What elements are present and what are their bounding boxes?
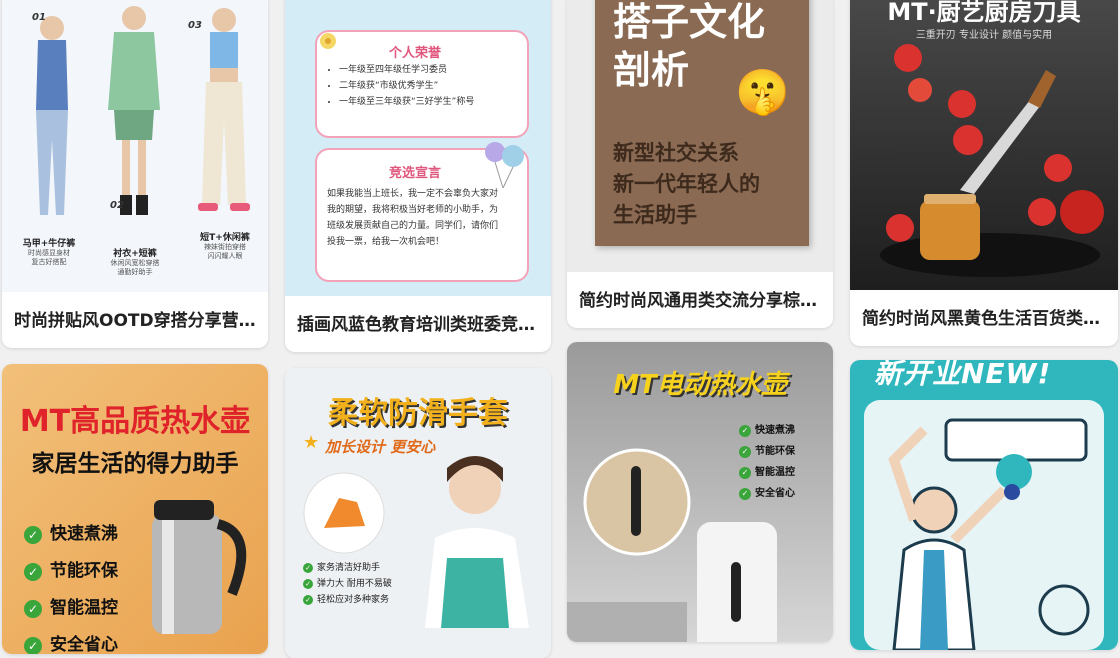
look-number-1: 01 — [32, 12, 46, 23]
look-label-sub: 时尚感显身材 复古好搭配 — [28, 249, 70, 266]
ac-technician-illustration — [888, 418, 1090, 650]
look-label-title: 马甲+牛仔裤 — [22, 239, 76, 249]
feature-item: ✓ 智能温控 — [24, 590, 118, 627]
template-card-electric-kettle[interactable]: MT电动热水壶 ✓ 快速煮沸 ✓ 节能环保 ✓ 智能温控 ✓ 安全省心 — [567, 342, 833, 642]
look-number-3: 03 — [188, 20, 202, 31]
card-title[interactable]: 简约时尚风通用类交流分享棕… — [579, 286, 821, 311]
check-icon: ✓ — [24, 599, 42, 618]
card-thumbnail: 搭子文化 剖析 新型社交关系 新一代年轻人的 生活助手 🤫 — [567, 0, 833, 272]
check-icon: ✓ — [24, 562, 42, 581]
look-label-title: 衬衣+短裤 — [113, 249, 157, 259]
card-title[interactable]: 时尚拼贴风OOTD穿搭分享营… — [14, 306, 256, 331]
glove-illustration — [303, 472, 385, 554]
speech-title: 竞选宣言 — [389, 166, 442, 181]
check-icon: ✓ — [739, 424, 751, 437]
product-subtitle: 三重开刃 专业设计 颜值与实用 — [915, 30, 1053, 41]
check-icon: ✓ — [303, 595, 313, 605]
shush-emoji-icon: 🤫 — [735, 67, 790, 118]
feature-item: ✓ 节能环保 — [24, 553, 118, 590]
opening-title: 新开业NEW! — [874, 360, 1052, 390]
honor-item: 一年级至四年级任学习委员 — [339, 62, 474, 78]
look-label-title: 短T+休闲裤 — [200, 233, 250, 243]
template-card-dazi-culture[interactable]: 搭子文化 剖析 新型社交关系 新一代年轻人的 生活助手 🤫 简约时尚风通用类交流… — [567, 0, 833, 328]
honor-item: 一年级至三年级获“三好学生”称号 — [339, 94, 474, 110]
check-icon: ✓ — [24, 636, 42, 654]
product-title: 柔软防滑手套 — [328, 396, 508, 431]
template-card-ootd[interactable]: 01 02 03 马甲+牛仔裤 时尚感显身材 复古好搭配 衬衣+短裤 休闲风宽松… — [2, 0, 268, 348]
product-title: MT电动热水壶 — [613, 370, 787, 400]
look-number-2: 02 — [110, 200, 124, 211]
feature-item: ✓ 安全省心 — [24, 627, 118, 654]
look-label-sub: 辣妹街拍穿搭 闪闪耀人眼 — [204, 243, 246, 260]
template-card-kettle-premium[interactable]: MT高品质热水壶 家居生活的得力助手 ✓ 快速煮沸 ✓ 节能环保 ✓ 智能温控 ✓ 安全… — [2, 364, 268, 654]
product-title: MT·厨艺厨房刀具 — [887, 0, 1081, 26]
check-icon: ✓ — [303, 579, 313, 589]
thermos-kettle-illustration — [152, 500, 247, 634]
knife-apple-illustration — [880, 44, 1104, 277]
product-subtitle: 家居生活的得力助手 — [31, 451, 239, 477]
card-thumbnail: MT电动热水壶 ✓ 快速煮沸 ✓ 节能环保 ✓ 智能温控 ✓ 安全省心 — [567, 342, 833, 642]
feature-item: ✓ 家务清洁好助手 — [303, 560, 392, 576]
star-icon: ★ — [303, 432, 320, 453]
card-title[interactable]: 简约时尚风黑黄色生活百货类… — [862, 304, 1106, 329]
card-thumbnail: 个人荣誉 一年级至四年级任学习委员 二年级获“市级优秀学生” 一年级至三年级获“… — [285, 0, 551, 296]
kettle-illustration — [567, 448, 777, 642]
honor-list: 一年级至四年级任学习委员 二年级获“市级优秀学生” 一年级至三年级获“三好学生”… — [325, 62, 474, 110]
template-card-class-election[interactable]: 个人荣誉 一年级至四年级任学习委员 二年级获“市级优秀学生” 一年级至三年级获“… — [285, 0, 551, 352]
card-thumbnail: 01 02 03 马甲+牛仔裤 时尚感显身材 复古好搭配 衬衣+短裤 休闲风宽松… — [2, 0, 268, 292]
feature-item: ✓ 快速煮沸 — [24, 516, 118, 553]
card-thumbnail: 新开业NEW! — [850, 360, 1118, 650]
template-card-kitchen-knife[interactable]: MT·厨艺厨房刀具 三重开刃 专业设计 颜值与实用 简约时尚风黑黄色生活百货类… — [850, 0, 1118, 346]
honor-title: 个人荣誉 — [389, 46, 442, 61]
feature-item: ✓ 轻松应对多种家务 — [303, 592, 392, 608]
flower-icon — [320, 33, 336, 49]
card-thumbnail: MT·厨艺厨房刀具 三重开刃 专业设计 颜值与实用 — [850, 0, 1118, 290]
card-title[interactable]: 插画风蓝色教育培训类班委竞… — [297, 310, 539, 335]
product-title: MT高品质热水壶 — [19, 404, 251, 439]
housekeeper-photo — [425, 456, 529, 628]
card-thumbnail: MT高品质热水壶 家居生活的得力助手 ✓ 快速煮沸 ✓ 节能环保 ✓ 智能温控 ✓ 安全… — [2, 364, 268, 654]
feature-item: ✓ 快速煮沸 — [739, 420, 795, 441]
template-card-gloves[interactable]: 柔软防滑手套 加长设计 更安心 ★ ✓ 家务清洁好助手 ✓ 弹力大 耐用不易破 ✓ 轻… — [285, 368, 551, 658]
check-icon: ✓ — [303, 563, 313, 573]
feature-item: ✓ 弹力大 耐用不易破 — [303, 576, 392, 592]
card-thumbnail: 柔软防滑手套 加长设计 更安心 ★ ✓ 家务清洁好助手 ✓ 弹力大 耐用不易破 ✓ 轻… — [285, 368, 551, 658]
speech-text: 如果我能当上班长，我一定不会辜负大家对我的期望，我将积极当好老师的小助手，为班级… — [327, 189, 499, 247]
check-icon: ✓ — [24, 525, 42, 544]
honor-item: 二年级获“市级优秀学生” — [339, 78, 474, 94]
balloon-icon — [485, 142, 524, 189]
sub-headline: 新型社交关系 新一代年轻人的 生活助手 — [613, 141, 760, 227]
look-label-sub: 休闲风宽松穿搭 通勤好助手 — [110, 259, 160, 276]
template-card-grand-opening[interactable]: 新开业NEW! — [850, 360, 1118, 650]
